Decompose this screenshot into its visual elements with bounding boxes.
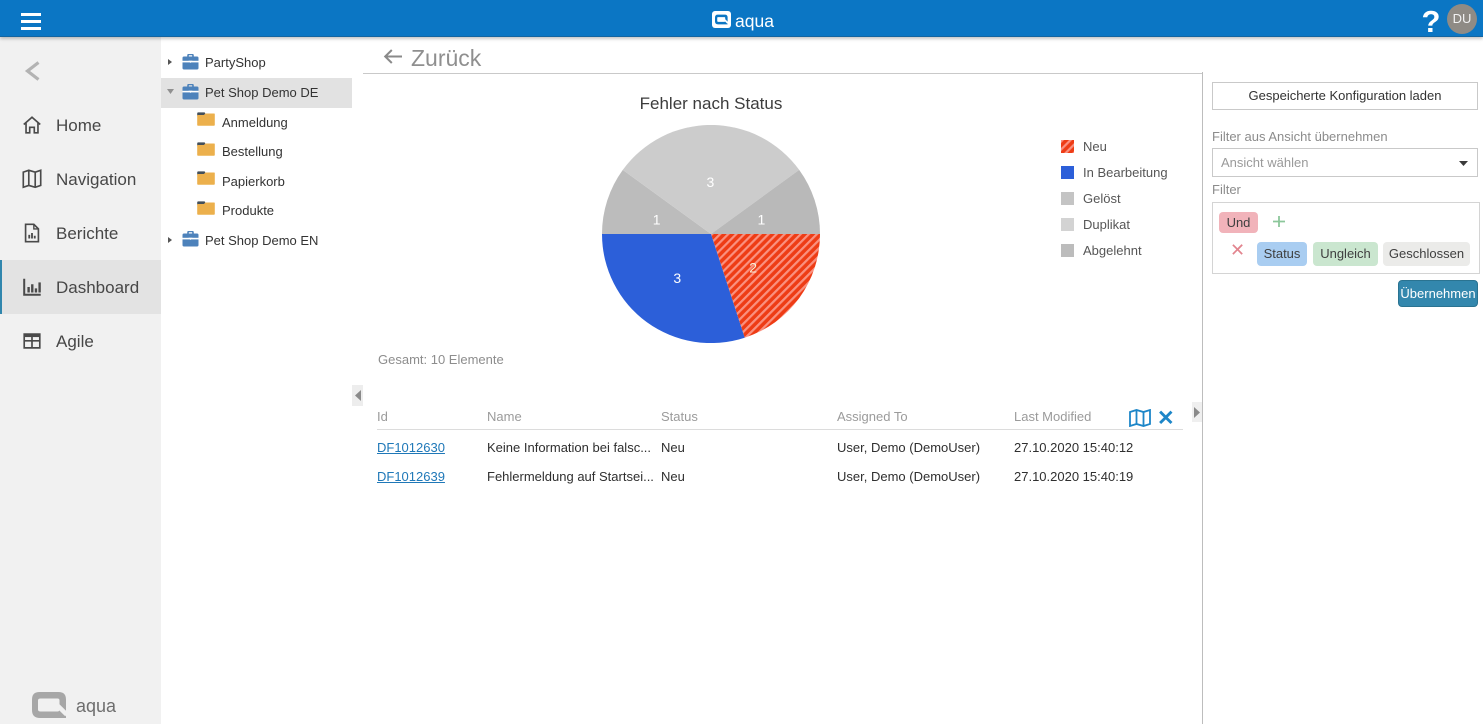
svg-text:1: 1 — [758, 212, 766, 228]
svg-text:3: 3 — [707, 174, 715, 190]
svg-text:3: 3 — [673, 270, 681, 286]
svg-text:2: 2 — [749, 259, 757, 275]
svg-text:1: 1 — [653, 212, 661, 228]
